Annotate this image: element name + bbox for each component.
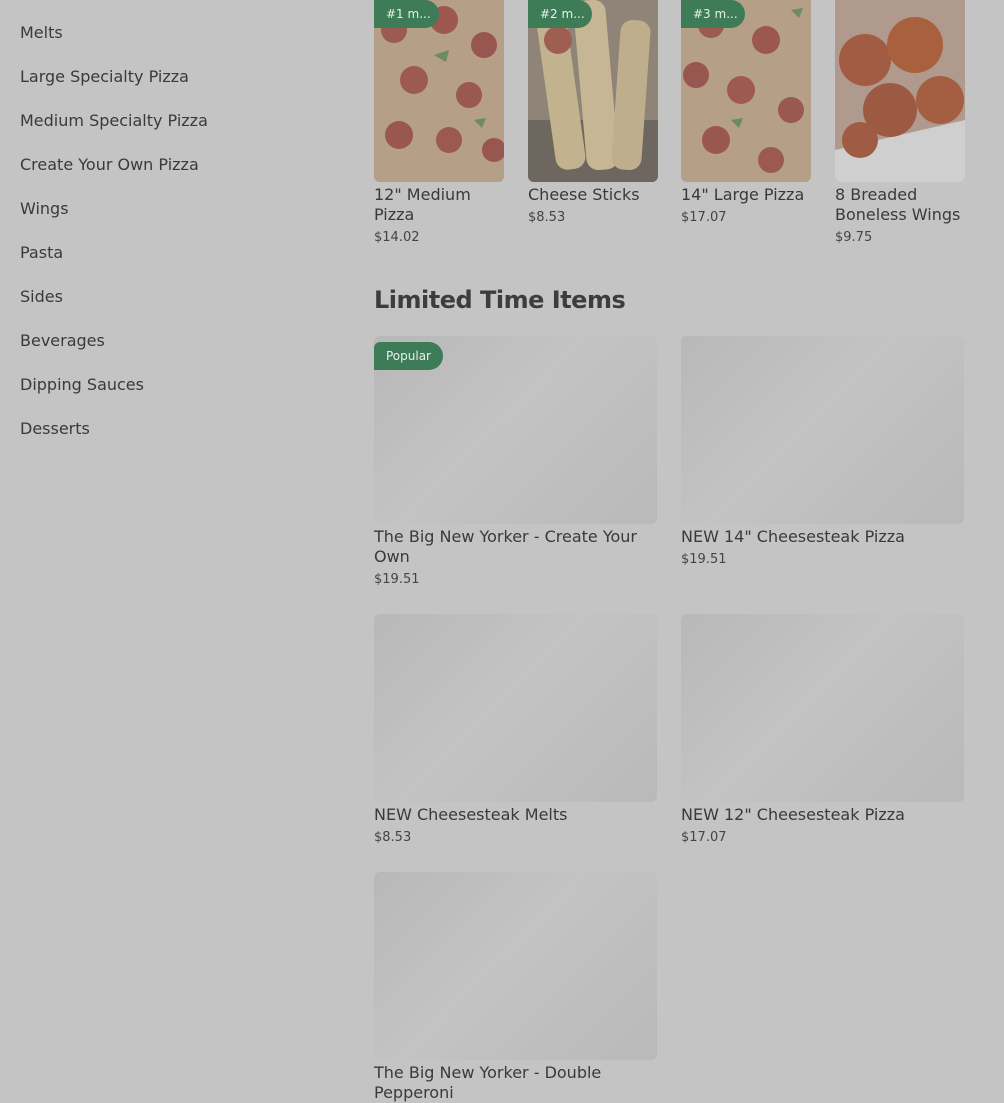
product-image-placeholder bbox=[681, 614, 964, 802]
sidebar-item-melts[interactable]: Melts bbox=[20, 23, 63, 42]
product-image-placeholder bbox=[374, 614, 657, 802]
product-price: $17.07 bbox=[681, 830, 727, 845]
sidebar-item-dipping-sauces[interactable]: Dipping Sauces bbox=[20, 375, 144, 394]
rank-badge: #1 m... bbox=[374, 0, 439, 28]
sidebar-item-beverages[interactable]: Beverages bbox=[20, 331, 105, 350]
product-name: 14" Large Pizza bbox=[681, 185, 805, 204]
sidebar-item-medium-specialty-pizza[interactable]: Medium Specialty Pizza bbox=[20, 111, 208, 130]
product-image-placeholder bbox=[681, 336, 964, 524]
popular-badge: Popular bbox=[374, 342, 443, 370]
product-image-placeholder bbox=[374, 872, 657, 1060]
sidebar-item-large-specialty-pizza[interactable]: Large Specialty Pizza bbox=[20, 67, 189, 86]
rank-badge: #2 m... bbox=[528, 0, 592, 28]
product-price: $14.02 bbox=[374, 230, 420, 245]
product-price: $17.07 bbox=[681, 210, 727, 225]
product-name: The Big New Yorker - Double Pepperoni bbox=[374, 1063, 602, 1102]
product-name: 12" Medium Pizza bbox=[374, 185, 471, 224]
product-price: $19.51 bbox=[681, 552, 727, 567]
wings-image bbox=[835, 0, 965, 182]
product-price: $8.53 bbox=[528, 210, 566, 225]
product-name: 8 Breaded Boneless Wings bbox=[835, 185, 961, 224]
product-name: NEW 14" Cheesesteak Pizza bbox=[681, 527, 905, 546]
sidebar-item-desserts[interactable]: Desserts bbox=[20, 419, 90, 438]
product-price: $19.51 bbox=[374, 572, 420, 587]
product-name: NEW Cheesesteak Melts bbox=[374, 805, 568, 824]
product-name: The Big New Yorker - Create Your Own bbox=[374, 527, 637, 566]
sidebar-item-pasta[interactable]: Pasta bbox=[20, 243, 63, 262]
sidebar-item-wings[interactable]: Wings bbox=[20, 199, 69, 218]
sidebar-item-create-your-own-pizza[interactable]: Create Your Own Pizza bbox=[20, 155, 199, 174]
product-price: $8.53 bbox=[374, 830, 412, 845]
rank-badge: #3 m... bbox=[681, 0, 745, 28]
sidebar-item-sides[interactable]: Sides bbox=[20, 287, 63, 306]
product-name: Cheese Sticks bbox=[528, 185, 640, 204]
product-price: $9.75 bbox=[835, 230, 873, 245]
section-title-limited-time: Limited Time Items bbox=[374, 286, 626, 314]
product-image bbox=[835, 0, 965, 182]
product-name: NEW 12" Cheesesteak Pizza bbox=[681, 805, 905, 824]
